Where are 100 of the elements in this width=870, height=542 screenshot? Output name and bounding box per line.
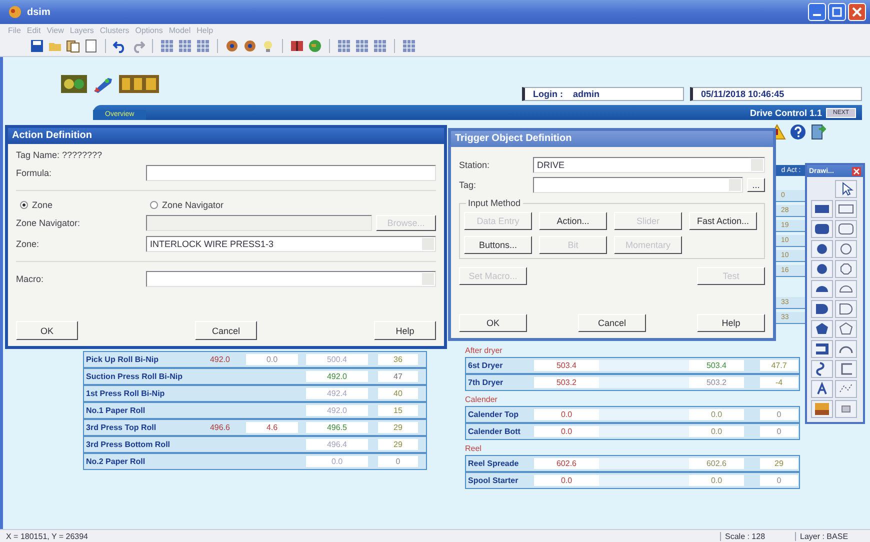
d-shape-icon[interactable] xyxy=(835,300,857,318)
grid-icon[interactable] xyxy=(402,39,416,53)
save-icon[interactable] xyxy=(30,39,44,53)
radio-button[interactable] xyxy=(150,201,158,209)
d-shape-icon[interactable] xyxy=(811,300,833,318)
rectangle-icon[interactable] xyxy=(835,200,857,218)
radio-option[interactable]: Zone Navigator xyxy=(150,200,276,210)
table-cell: 36 xyxy=(394,355,402,364)
dialog-title: Action Definition xyxy=(8,128,444,144)
formula-field[interactable] xyxy=(146,165,436,181)
book-icon[interactable] xyxy=(290,39,304,53)
row-name: Spool Starter xyxy=(467,476,520,485)
table-cell: 0 xyxy=(776,427,782,436)
grid-icon[interactable] xyxy=(337,39,351,53)
help-icon[interactable] xyxy=(790,124,806,140)
button-icon[interactable] xyxy=(835,400,857,418)
input-method-button[interactable]: Action... xyxy=(539,212,607,230)
rounded-rectangle-icon[interactable] xyxy=(811,220,833,238)
help-button[interactable]: Help xyxy=(374,321,436,340)
table-cell: 500.4 xyxy=(326,355,348,364)
rounded-rectangle-icon[interactable] xyxy=(835,220,857,238)
table-cell: 4.6 xyxy=(266,423,278,432)
grid-icon[interactable] xyxy=(355,39,369,53)
grid-icon[interactable] xyxy=(373,39,387,53)
row-name: Calender Top xyxy=(467,410,520,419)
radio-button[interactable] xyxy=(20,201,28,209)
row-name: No.1 Paper Roll xyxy=(85,406,146,415)
pointer-icon[interactable] xyxy=(835,180,857,198)
arc-icon[interactable] xyxy=(835,340,857,358)
table-cell: 29 xyxy=(394,423,402,432)
ok-button[interactable]: OK xyxy=(459,314,527,332)
maximize-button[interactable] xyxy=(828,3,846,21)
tag-dropdown[interactable] xyxy=(533,177,743,193)
field-label: Station: xyxy=(459,160,491,170)
copy-icon[interactable] xyxy=(66,39,80,53)
image-icon[interactable] xyxy=(811,400,833,418)
rectangle-icon[interactable] xyxy=(811,200,833,218)
browse-button[interactable]: ... xyxy=(747,178,765,192)
row-name: Suction Press Roll Bi-Nip xyxy=(85,372,184,381)
grid-icon[interactable] xyxy=(178,39,192,53)
gear-icon[interactable] xyxy=(243,39,257,53)
table-cell: 15 xyxy=(394,406,402,415)
table-cell: 0.0 xyxy=(710,427,722,436)
grid-icon[interactable] xyxy=(196,39,210,53)
close-button[interactable] xyxy=(848,3,866,21)
undo-icon[interactable] xyxy=(113,39,127,53)
zone-navigator-field[interactable] xyxy=(146,215,372,231)
row-name: 6st Dryer xyxy=(467,361,504,370)
cancel-button[interactable]: Cancel xyxy=(195,321,257,340)
table-cell: 40 xyxy=(394,389,402,398)
scale-text: Scale : 128 xyxy=(720,532,795,540)
radio-option[interactable]: Zone xyxy=(20,200,146,210)
coordinates-text: X = 180151, Y = 26394 xyxy=(5,532,88,540)
close-icon[interactable] xyxy=(852,166,861,176)
exit-door-icon[interactable] xyxy=(810,124,826,140)
window-title: dsim xyxy=(27,6,50,18)
input-method-button[interactable]: Buttons... xyxy=(464,236,532,254)
table-cell: 503.2 xyxy=(556,378,577,387)
table-cell: 0.0 xyxy=(266,355,278,364)
table-cell: 496.5 xyxy=(326,423,348,432)
rocket-icon xyxy=(92,75,114,93)
table-cell: 0.0 xyxy=(710,476,722,485)
minimize-button[interactable] xyxy=(808,3,826,21)
row-name: Calender Bott xyxy=(467,427,522,436)
table-cell: 496.4 xyxy=(326,440,348,449)
grid-icon[interactable] xyxy=(160,39,174,53)
table-cell: 0 xyxy=(776,410,782,419)
ok-button[interactable]: OK xyxy=(16,321,78,340)
table-cell: 492.0 xyxy=(326,406,348,415)
table-cell: 492.4 xyxy=(326,389,348,398)
group-title: Input Method xyxy=(466,198,523,208)
input-method-button[interactable]: Fast Action... xyxy=(689,212,757,230)
bracket-icon[interactable] xyxy=(811,340,833,358)
close-icon xyxy=(852,7,862,17)
text-icon[interactable] xyxy=(811,380,833,398)
row-name: 3rd Press Top Roll xyxy=(85,423,158,432)
zone-dropdown[interactable]: INTERLOCK WIRE PRESS1-3 xyxy=(146,236,436,252)
gear-icon[interactable] xyxy=(225,39,239,53)
macro-dropdown[interactable] xyxy=(146,271,436,287)
datetime-display: 05/11/2018 10:46:45 xyxy=(690,87,862,101)
table-cell: 503.4 xyxy=(556,361,577,370)
table-cell: 602.6 xyxy=(556,459,577,468)
table-cell: 29 xyxy=(774,459,784,468)
minimize-icon xyxy=(813,14,821,16)
table-cell: 0 xyxy=(396,457,400,466)
app-icon xyxy=(8,5,22,19)
scatter-icon[interactable] xyxy=(835,380,857,398)
table-cell: 0.0 xyxy=(710,410,722,419)
table-cell: 0.0 xyxy=(331,457,343,466)
field-label: Zone Navigator: xyxy=(16,218,82,228)
row-name: 1st Press Roll Bi-Nip xyxy=(85,389,166,398)
help-button[interactable]: Help xyxy=(697,314,765,332)
cancel-button[interactable]: Cancel xyxy=(578,314,646,332)
polyline-icon[interactable] xyxy=(835,360,857,378)
field-label: Tag: xyxy=(459,180,478,190)
page-icon[interactable] xyxy=(84,39,98,53)
dialog-title: Trigger Object Definition xyxy=(451,131,773,147)
motor-icon xyxy=(61,75,87,93)
curve-icon[interactable] xyxy=(811,360,833,378)
station-dropdown[interactable]: DRIVE xyxy=(533,157,765,173)
